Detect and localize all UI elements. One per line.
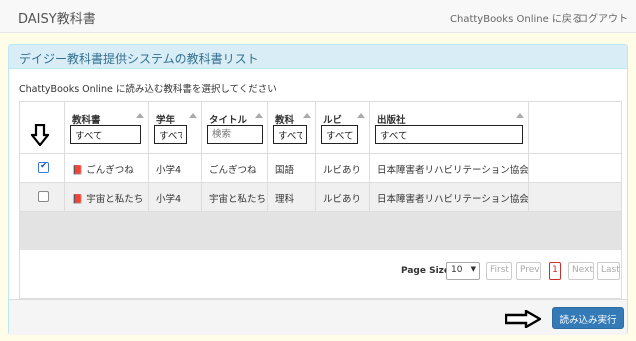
textbook-cell: 📕 宇宙と私たち (65, 183, 149, 212)
textbook-table: 教科書 学年 タイトル 教科 ルビ (19, 101, 622, 299)
page-size-label: Page Size (401, 266, 451, 276)
current-page-button[interactable]: 1 (549, 262, 561, 280)
chevron-down-icon: ▼ (470, 265, 476, 273)
subject-cell: 国語 (268, 154, 316, 183)
grade-cell: 小学4 (149, 154, 202, 183)
publisher-cell: 日本障害者リハビリテーション協会 (370, 154, 529, 183)
panel-heading: デイジー教科書提供システムの教科書リスト (9, 45, 627, 69)
header-title[interactable]: タイトル (202, 102, 268, 154)
select-cell (20, 154, 65, 183)
next-page-button[interactable]: Next (568, 262, 594, 280)
textbook-name: ごんぎつね (86, 165, 134, 176)
row-select-checkbox[interactable] (38, 191, 49, 202)
ruby-cell: ルビあり (316, 154, 370, 183)
textbook-list-panel: デイジー教科書提供システムの教科書リスト ChattyBooks Online … (8, 44, 628, 335)
textbook-name: 宇宙と私たち (86, 194, 144, 205)
header-publisher[interactable]: 出版社 (370, 102, 529, 154)
book-icon: 📕 (72, 166, 84, 176)
brand-title[interactable]: DAISY教科書 (18, 8, 96, 27)
header-textbook-label: 教科書 (72, 115, 101, 126)
grade-cell: 小学4 (149, 183, 202, 212)
textbook-cell: 📕 ごんぎつね (65, 154, 149, 183)
table-row[interactable]: 📕ごんぎつね 小学4 ごんぎつね 国語 ルビあり 日本障害者リハビリテーション協… (20, 154, 621, 183)
book-icon: 📕 (72, 195, 84, 205)
subject-filter-input[interactable] (273, 125, 307, 144)
page-size-select[interactable]: 10 ▼ (446, 262, 480, 280)
header-grade[interactable]: 学年 (149, 102, 202, 154)
table-header-row: 教科書 学年 タイトル 教科 ルビ (20, 102, 621, 154)
table-empty-area (20, 212, 621, 250)
page-size-value: 10 (451, 265, 463, 275)
last-page-button[interactable]: Last (597, 262, 620, 280)
arrow-down-icon (31, 124, 49, 146)
logout-link[interactable]: ログアウト (578, 10, 628, 25)
grade-filter-input[interactable] (154, 125, 187, 144)
header-subject-label: 教科 (275, 115, 295, 126)
publisher-cell: 日本障害者リハビリテーション協会 (370, 183, 529, 212)
instruction-text: ChattyBooks Online に読み込む教科書を選択してください (19, 84, 277, 95)
header-subject[interactable]: 教科 (268, 102, 316, 154)
sort-icon[interactable] (189, 113, 197, 118)
publisher-filter-input[interactable] (375, 125, 523, 144)
title-cell: ごんぎつね (202, 154, 268, 183)
title-search-input[interactable] (207, 125, 263, 144)
sort-icon[interactable] (303, 113, 311, 118)
header-title-label: タイトル (209, 115, 248, 126)
first-page-button[interactable]: First (486, 262, 512, 280)
header-ruby[interactable]: ルビ (316, 102, 370, 154)
header-textbook[interactable]: 教科書 (65, 102, 149, 154)
sort-icon[interactable] (136, 113, 144, 118)
sort-icon[interactable] (255, 113, 263, 118)
sort-icon[interactable] (357, 113, 365, 118)
row-select-checkbox[interactable] (38, 161, 49, 173)
table-row[interactable]: 📕 宇宙と私たち 小学4 宇宙と私たち 理科 ルビあり 日本障害者リハビリテーショ… (20, 183, 621, 212)
import-execute-button[interactable]: 読み込み実行 (552, 307, 624, 329)
sort-icon[interactable] (516, 113, 524, 118)
select-cell (20, 183, 65, 212)
header-grade-label: 学年 (156, 115, 176, 126)
header-ruby-label: ルビ (323, 115, 343, 126)
prev-page-button[interactable]: Prev (516, 262, 541, 280)
title-cell: 宇宙と私たち (202, 183, 268, 212)
pagination-bar: Page Size 10 ▼ First Prev 1 Next Last (20, 250, 621, 298)
subject-cell: 理科 (268, 183, 316, 212)
arrow-right-icon (505, 310, 541, 328)
ruby-cell: ルビあり (316, 183, 370, 212)
chattybooks-return-link[interactable]: ChattyBooks Online に戻る (450, 10, 582, 25)
textbook-filter-input[interactable] (70, 125, 141, 144)
navbar: DAISY教科書 ChattyBooks Online に戻る ログアウト (0, 0, 636, 33)
ruby-filter-input[interactable] (321, 125, 358, 144)
header-publisher-label: 出版社 (377, 115, 406, 126)
